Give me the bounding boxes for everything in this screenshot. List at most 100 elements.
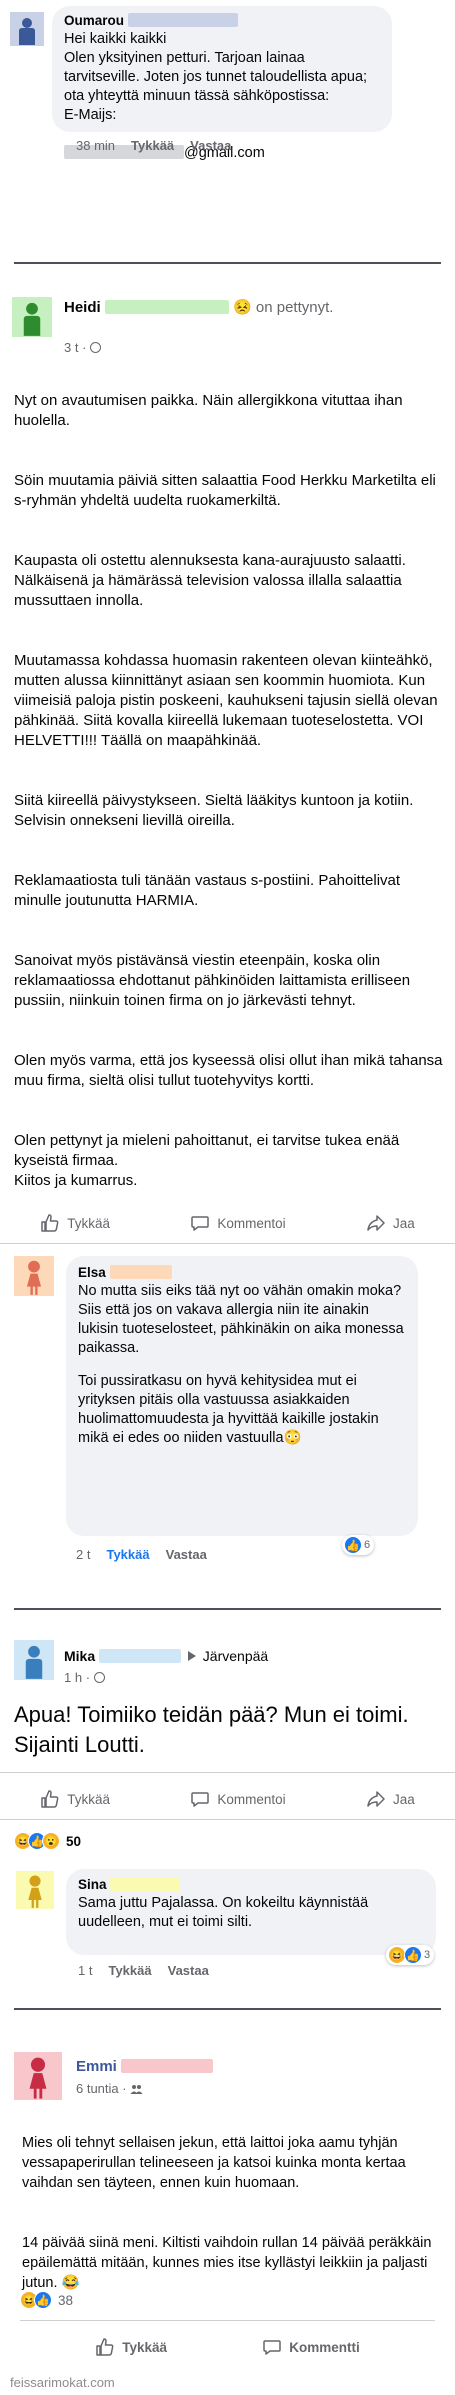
post-paragraph: Reklamaatiosta tuli tänään vastaus s-pos… (14, 872, 401, 909)
censored-name (127, 13, 238, 27)
comment-button[interactable]: Kommentti (262, 2337, 360, 2357)
comment-icon (263, 2340, 282, 2355)
post-paragraph: Siitä kiireellä päivystykseen. Sieltä lä… (14, 792, 414, 829)
comment-reply-link[interactable]: Vastaa (166, 1547, 207, 1562)
comment-author[interactable]: Oumarou (64, 13, 124, 28)
comment-author[interactable]: Elsa (78, 1265, 106, 1280)
post-time[interactable]: 6 tuntia (76, 2081, 119, 2096)
post-paragraph: Söin muutamia päiviä sitten salaattia Fo… (14, 472, 436, 509)
post-paragraph: Sanoivat myös pistävänsä viestin eteenpä… (14, 952, 411, 1009)
post-author[interactable]: Heidi (64, 299, 101, 316)
divider (0, 1243, 455, 1244)
reaction-count-pill[interactable]: 😆 👍 3 (386, 1945, 435, 1965)
comment-like-link[interactable]: Tykkää (106, 1547, 149, 1562)
post-body: Mies oli tehnyt sellaisen jekun, että la… (22, 2113, 438, 2313)
like-reaction-icon: 👍 (344, 1536, 362, 1554)
post-paragraph: Nyt on avautumisen paikka. Näin allergik… (14, 392, 403, 429)
post-author[interactable]: Emmi (76, 2058, 117, 2075)
divider (0, 1819, 455, 1820)
share-icon (367, 1791, 385, 1807)
post-body: Apua! Toimiiko teidän pää? Mun ei toimi.… (14, 1702, 409, 1757)
post-paragraph: 14 päivää siinä meni. Kiltisti vaihdoin … (22, 2235, 432, 2291)
post-meta: 1 h · (64, 1670, 105, 1685)
post-actions: Tykkää Kommentoi Jaa (0, 1789, 455, 1809)
site-watermark: feissarimokat.com (10, 2375, 115, 2390)
comment-like-link[interactable]: Tykkää (108, 1963, 151, 1978)
censored-name (104, 300, 229, 314)
feeling-text: on pettynyt. (255, 299, 334, 316)
triangle-right-icon (187, 1651, 196, 1661)
comment-time: 2 t (76, 1547, 91, 1562)
post-header: Mika Järvenpää (64, 1648, 268, 1664)
post-author[interactable]: Mika (64, 1648, 95, 1664)
comment-button[interactable]: Kommentoi (190, 1213, 286, 1233)
avatar[interactable] (14, 1256, 54, 1296)
post-time[interactable]: 1 h (64, 1670, 82, 1685)
comment-icon (191, 1792, 210, 1807)
like-button[interactable]: Tykkää (95, 2337, 167, 2357)
post-paragraph: Olen pettynyt ja mieleni pahoittanut, ei… (14, 1132, 400, 1189)
post-body: Nyt on avautumisen paikka. Näin allergik… (14, 371, 444, 1211)
reaction-summary[interactable]: 😆 👍 38 (20, 2291, 73, 2309)
post-meta: 3 t · (64, 340, 102, 355)
section-separator (14, 2008, 441, 2010)
share-button[interactable]: Jaa (366, 1213, 415, 1233)
comment-text: Hei kaikki kaikki Olen yksityinen pettur… (64, 31, 368, 123)
share-button[interactable]: Jaa (366, 1789, 415, 1809)
comment-text: No mutta siis eiks tää nyt oo vähän omak… (78, 1283, 404, 1356)
avatar[interactable] (14, 1640, 54, 1680)
post-header: Emmi (76, 2058, 214, 2075)
comment-meta: 2 t Tykkää Vastaa (76, 1547, 207, 1562)
wow-reaction-icon: 😮 (42, 1832, 60, 1850)
post-paragraph: Mies oli tehnyt sellaisen jekun, että la… (22, 2135, 406, 2191)
globe-icon (93, 1672, 105, 1683)
avatar[interactable] (12, 297, 52, 337)
post-time[interactable]: 3 t (64, 340, 78, 355)
comment-meta: 1 t Tykkää Vastaa (78, 1963, 209, 1978)
comment-bubble: Sina Sama juttu Pajalassa. On kokeiltu k… (66, 1869, 436, 1955)
share-icon (367, 1215, 385, 1231)
censored-name (99, 1649, 182, 1663)
post-paragraph: Muutamassa kohdassa huomasin rakenteen o… (14, 652, 438, 749)
post-paragraph: Olen myös varma, että jos kyseessä olisi… (14, 1052, 443, 1089)
comment-bubble: Oumarou Hei kaikki kaikki Olen yksityine… (52, 6, 392, 161)
flushed-emoji: 😳 (283, 1430, 302, 1446)
comment-time: 38 min (76, 138, 116, 153)
like-reaction-icon: 👍 (404, 1946, 422, 1964)
post-actions: Tykkää Kommentti (0, 2337, 455, 2357)
comment-reply-link[interactable]: Vastaa (168, 1963, 209, 1978)
destination-page[interactable]: Järvenpää (203, 1648, 268, 1664)
thumbs-up-icon (41, 1790, 59, 1808)
avatar[interactable] (14, 2052, 62, 2100)
post-actions: Tykkää Kommentoi Jaa (0, 1213, 455, 1233)
thumbs-up-icon (96, 2338, 114, 2356)
comment-reply-link[interactable]: Vastaa (190, 138, 231, 153)
avatar[interactable] (10, 12, 44, 46)
section-separator (14, 262, 441, 264)
globe-icon (90, 342, 102, 353)
thumbs-up-icon (41, 1214, 59, 1232)
post-paragraph: Kaupasta oli ostettu alennuksesta kana-a… (14, 552, 406, 609)
censored-name (110, 1877, 181, 1891)
like-reaction-icon: 👍 (34, 2291, 52, 2309)
avatar[interactable] (16, 1871, 54, 1909)
comment-like-link[interactable]: Tykkää (131, 138, 174, 153)
reaction-count-pill[interactable]: 👍 6 (342, 1535, 375, 1555)
like-button[interactable]: Tykkää (40, 1789, 110, 1809)
divider (20, 2320, 435, 2321)
section-separator (14, 1608, 441, 1610)
divider (0, 1772, 455, 1773)
reaction-summary[interactable]: 😆 👍 😮 50 (14, 1832, 81, 1850)
censored-name (121, 2059, 214, 2073)
comment-time: 1 t (78, 1963, 93, 1978)
like-button[interactable]: Tykkää (40, 1213, 110, 1233)
comment-icon (191, 1216, 210, 1231)
comment-bubble: Elsa No mutta siis eiks tää nyt oo vähän… (66, 1256, 418, 1536)
feeling-emoji: 😣 (233, 299, 252, 316)
comment-author[interactable]: Sina (78, 1877, 107, 1892)
post-header: Heidi 😣 on pettynyt. (64, 298, 333, 316)
comment-text: Sama juttu Pajalassa. On kokeiltu käynni… (78, 1895, 369, 1930)
comment-meta: 38 min Tykkää Vastaa (76, 138, 231, 153)
comment-button[interactable]: Kommentoi (190, 1789, 286, 1809)
friends-icon (130, 2082, 143, 2094)
